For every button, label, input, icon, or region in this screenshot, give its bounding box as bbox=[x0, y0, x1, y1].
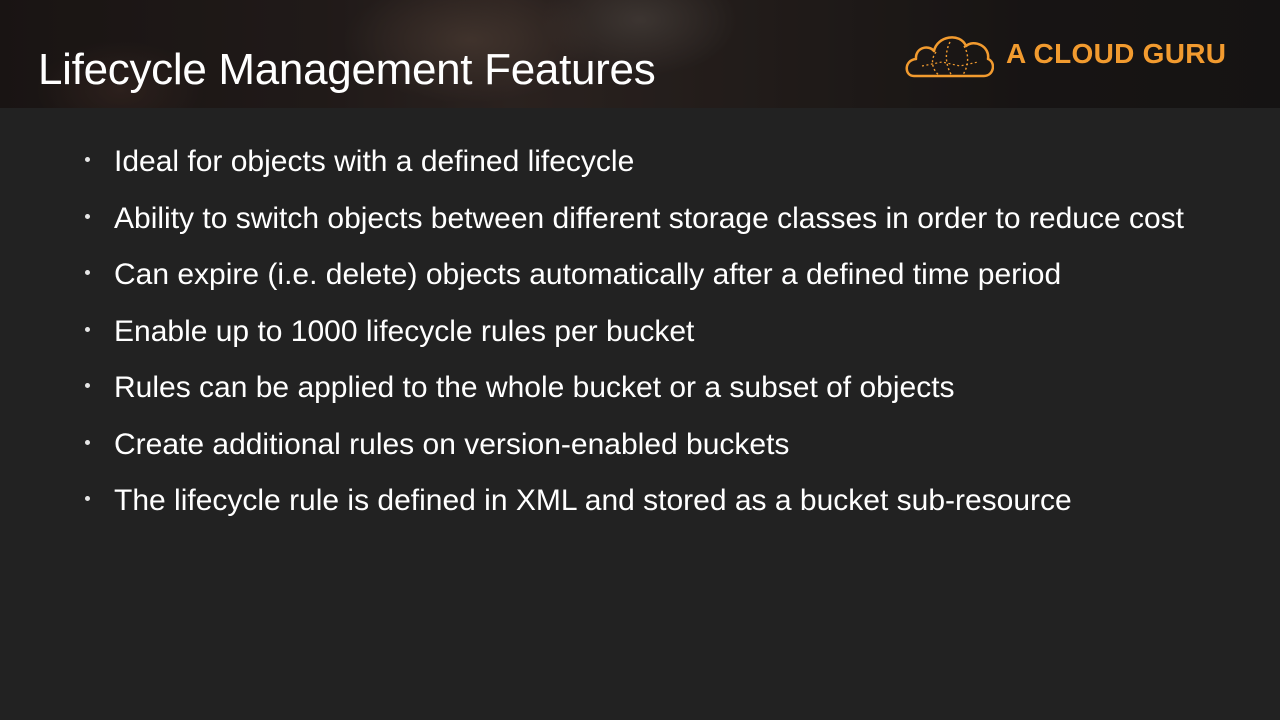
bullet-text: Ideal for objects with a defined lifecyc… bbox=[114, 145, 635, 178]
bullet-item: Rules can be applied to the whole bucket… bbox=[82, 369, 1202, 407]
bullet-text: Enable up to 1000 lifecycle rules per bu… bbox=[114, 314, 695, 348]
bullet-item: Can expire (i.e. delete) objects automat… bbox=[82, 256, 1202, 294]
bullet-list: Ideal for objects with a defined lifecyc… bbox=[82, 143, 1202, 539]
bullet-dot-icon bbox=[85, 270, 90, 275]
bullet-dot-icon bbox=[85, 157, 90, 162]
bullet-dot-icon bbox=[85, 496, 90, 501]
slide-title: Lifecycle Management Features bbox=[38, 45, 656, 94]
presentation-slide: Lifecycle Management Features A CLOUD GU… bbox=[0, 0, 1280, 720]
bullet-text: Create additional rules on version-enabl… bbox=[114, 427, 790, 461]
bullet-dot-icon bbox=[85, 383, 90, 388]
bullet-item: Ideal for objects with a defined lifecyc… bbox=[82, 143, 1202, 181]
bullet-text: Rules can be applied to the whole bucket… bbox=[114, 371, 955, 404]
bullet-item: Ability to switch objects between differ… bbox=[82, 200, 1202, 238]
bullet-text: Ability to switch objects between differ… bbox=[114, 201, 1184, 235]
cloud-logo-icon bbox=[902, 26, 994, 82]
bullet-dot-icon bbox=[85, 326, 90, 332]
bullet-item: The lifecycle rule is defined in XML and… bbox=[82, 482, 1202, 520]
brand-logo: A CLOUD GURU bbox=[902, 26, 1226, 82]
brand-name: A CLOUD GURU bbox=[1006, 38, 1227, 69]
bullet-text: The lifecycle rule is defined in XML and… bbox=[114, 484, 1072, 517]
bullet-dot-icon bbox=[85, 213, 90, 219]
bullet-dot-icon bbox=[85, 439, 90, 445]
bullet-text: Can expire (i.e. delete) objects automat… bbox=[114, 258, 1062, 291]
bullet-item: Create additional rules on version-enabl… bbox=[82, 426, 1202, 464]
bullet-item: Enable up to 1000 lifecycle rules per bu… bbox=[82, 313, 1202, 351]
